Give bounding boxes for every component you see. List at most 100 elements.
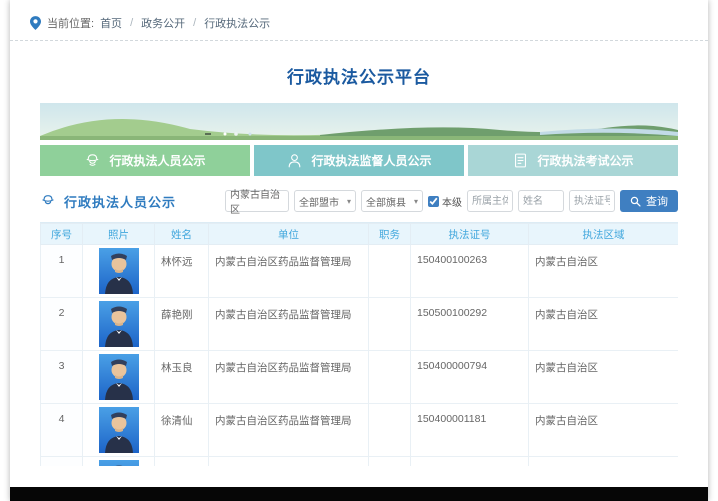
breadcrumb-separator: / — [193, 17, 196, 29]
header-unit: 单位 — [209, 224, 369, 245]
grassland-banner-graphic — [40, 103, 678, 140]
portrait-silhouette — [99, 301, 139, 347]
chevron-down-icon: ▾ — [347, 197, 351, 206]
tab-enforcement-personnel[interactable]: 行政执法人员公示 — [40, 145, 250, 176]
cell-photo — [83, 298, 155, 351]
officer-portrait-photo — [99, 460, 139, 466]
table-row: 1 林怀远 内蒙古自治区药品监督管理局 150400100263 内蒙古自治区 — [41, 245, 679, 298]
officer-portrait-photo — [99, 301, 139, 347]
county-select-value: 全部旗县 — [366, 194, 406, 209]
cell-name: 林玉良 — [155, 351, 209, 404]
portrait-silhouette — [99, 354, 139, 400]
header-photo: 照片 — [83, 224, 155, 245]
chevron-down-icon: ▾ — [414, 197, 418, 206]
cell-no: 1 — [41, 245, 83, 298]
cell-unit: 内蒙古自治区药品监督管理局 — [209, 404, 369, 457]
name-input[interactable] — [518, 190, 564, 212]
table-row: 3 林玉良 内蒙古自治区药品监督管理局 150400000794 内蒙古自治区 — [41, 351, 679, 404]
tab-label: 行政执法考试公示 — [537, 152, 633, 169]
tab-supervision-personnel[interactable]: 行政执法监督人员公示 — [254, 145, 464, 176]
tab-label: 行政执法监督人员公示 — [311, 152, 431, 169]
section-header: 行政执法人员公示 — [40, 192, 176, 211]
cell-area: 内蒙古自治区 — [529, 298, 679, 351]
personnel-table-wrap: 序号 照片 姓名 单位 职务 执法证号 执法区域 1 — [40, 222, 678, 466]
section-officer-icon — [40, 193, 56, 209]
personnel-table: 序号 照片 姓名 单位 职务 执法证号 执法区域 1 — [40, 223, 678, 466]
location-pin-icon — [30, 16, 41, 30]
portrait-silhouette — [99, 460, 139, 466]
cell-unit: 内蒙古自治区药品监督管理局 — [209, 351, 369, 404]
cell-no: 4 — [41, 404, 83, 457]
search-icon — [630, 196, 641, 207]
header-area: 执法区域 — [529, 224, 679, 245]
tab-exam-publicity[interactable]: 行政执法考试公示 — [468, 145, 678, 176]
tab-bar: 行政执法人员公示 行政执法监督人员公示 行政执法考试公示 — [40, 145, 678, 176]
city-select[interactable]: 全部盟市 ▾ — [294, 190, 356, 212]
header-no: 序号 — [41, 224, 83, 245]
county-select[interactable]: 全部旗县 ▾ — [361, 190, 423, 212]
city-select-value: 全部盟市 — [299, 194, 339, 209]
breadcrumb-link-enforcement[interactable]: 行政执法公示 — [204, 15, 270, 31]
cell-unit: 内蒙古自治区药品监督管理局 — [209, 245, 369, 298]
cell-photo — [83, 351, 155, 404]
section-header-row: 行政执法人员公示 内蒙古自治区 全部盟市 ▾ 全部旗县 ▾ 本级 — [40, 189, 678, 213]
breadcrumb-separator: / — [130, 17, 133, 29]
filter-bar: 内蒙古自治区 全部盟市 ▾ 全部旗县 ▾ 本级 — [225, 190, 678, 212]
cell-photo — [83, 245, 155, 298]
cell-area: 内蒙古自治区 — [529, 457, 679, 467]
level-checkbox[interactable] — [428, 196, 439, 207]
cell-unit: 内蒙古自治区药品监督管理局 — [209, 457, 369, 467]
person-icon — [286, 152, 303, 169]
cell-name: 杨磊 — [155, 457, 209, 467]
table-header-row: 序号 照片 姓名 单位 职务 执法证号 执法区域 — [41, 224, 679, 245]
cell-area: 内蒙古自治区 — [529, 351, 679, 404]
level-checkbox-label: 本级 — [442, 194, 462, 209]
section-title: 行政执法人员公示 — [64, 192, 176, 211]
officer-portrait-photo — [99, 354, 139, 400]
cell-photo — [83, 457, 155, 467]
breadcrumb: 当前位置: 首页 / 政务公开 / 行政执法公示 — [10, 0, 708, 40]
header-name: 姓名 — [155, 224, 209, 245]
cell-name: 林怀远 — [155, 245, 209, 298]
cell-position — [369, 404, 411, 457]
cell-position — [369, 351, 411, 404]
breadcrumb-label: 当前位置: — [47, 15, 94, 31]
cell-name: 徐清仙 — [155, 404, 209, 457]
level-checkbox-wrap: 本级 — [428, 194, 462, 209]
search-button[interactable]: 查询 — [620, 190, 678, 212]
cell-cert-no: 150400001181 — [411, 404, 529, 457]
cell-area: 内蒙古自治区 — [529, 245, 679, 298]
cell-photo — [83, 404, 155, 457]
cell-cert-no: 150400000794 — [411, 351, 529, 404]
breadcrumb-divider — [10, 40, 708, 41]
cell-no: 3 — [41, 351, 83, 404]
table-body: 1 林怀远 内蒙古自治区药品监督管理局 150400100263 内蒙古自治区 … — [41, 245, 679, 467]
portrait-silhouette — [99, 248, 139, 294]
cert-no-input[interactable] — [569, 190, 615, 212]
breadcrumb-link-home[interactable]: 首页 — [100, 15, 122, 31]
page-title: 行政执法公示平台 — [10, 63, 708, 88]
cell-cert-no: 150400010502 — [411, 457, 529, 467]
cell-position — [369, 245, 411, 298]
cell-unit: 内蒙古自治区药品监督管理局 — [209, 298, 369, 351]
cell-name: 薛艳刚 — [155, 298, 209, 351]
cell-position — [369, 298, 411, 351]
search-button-label: 查询 — [646, 193, 668, 209]
officer-portrait-photo — [99, 248, 139, 294]
subject-input[interactable] — [467, 190, 513, 212]
breadcrumb-link-gov-info[interactable]: 政务公开 — [141, 15, 185, 31]
tab-label: 行政执法人员公示 — [109, 152, 205, 169]
header-position: 职务 — [369, 224, 411, 245]
header-cert-no: 执法证号 — [411, 224, 529, 245]
cell-position — [369, 457, 411, 467]
portrait-silhouette — [99, 407, 139, 453]
officer-portrait-photo — [99, 407, 139, 453]
region-field[interactable]: 内蒙古自治区 — [225, 190, 289, 212]
officer-badge-icon — [84, 152, 101, 169]
cell-cert-no: 150500100292 — [411, 298, 529, 351]
cell-no: 5 — [41, 457, 83, 467]
cell-cert-no: 150400100263 — [411, 245, 529, 298]
cell-no: 2 — [41, 298, 83, 351]
table-row: 5 杨磊 内蒙古自治区药品监督管理局 150400010502 内蒙古自治区 — [41, 457, 679, 467]
banner-image — [40, 103, 678, 140]
